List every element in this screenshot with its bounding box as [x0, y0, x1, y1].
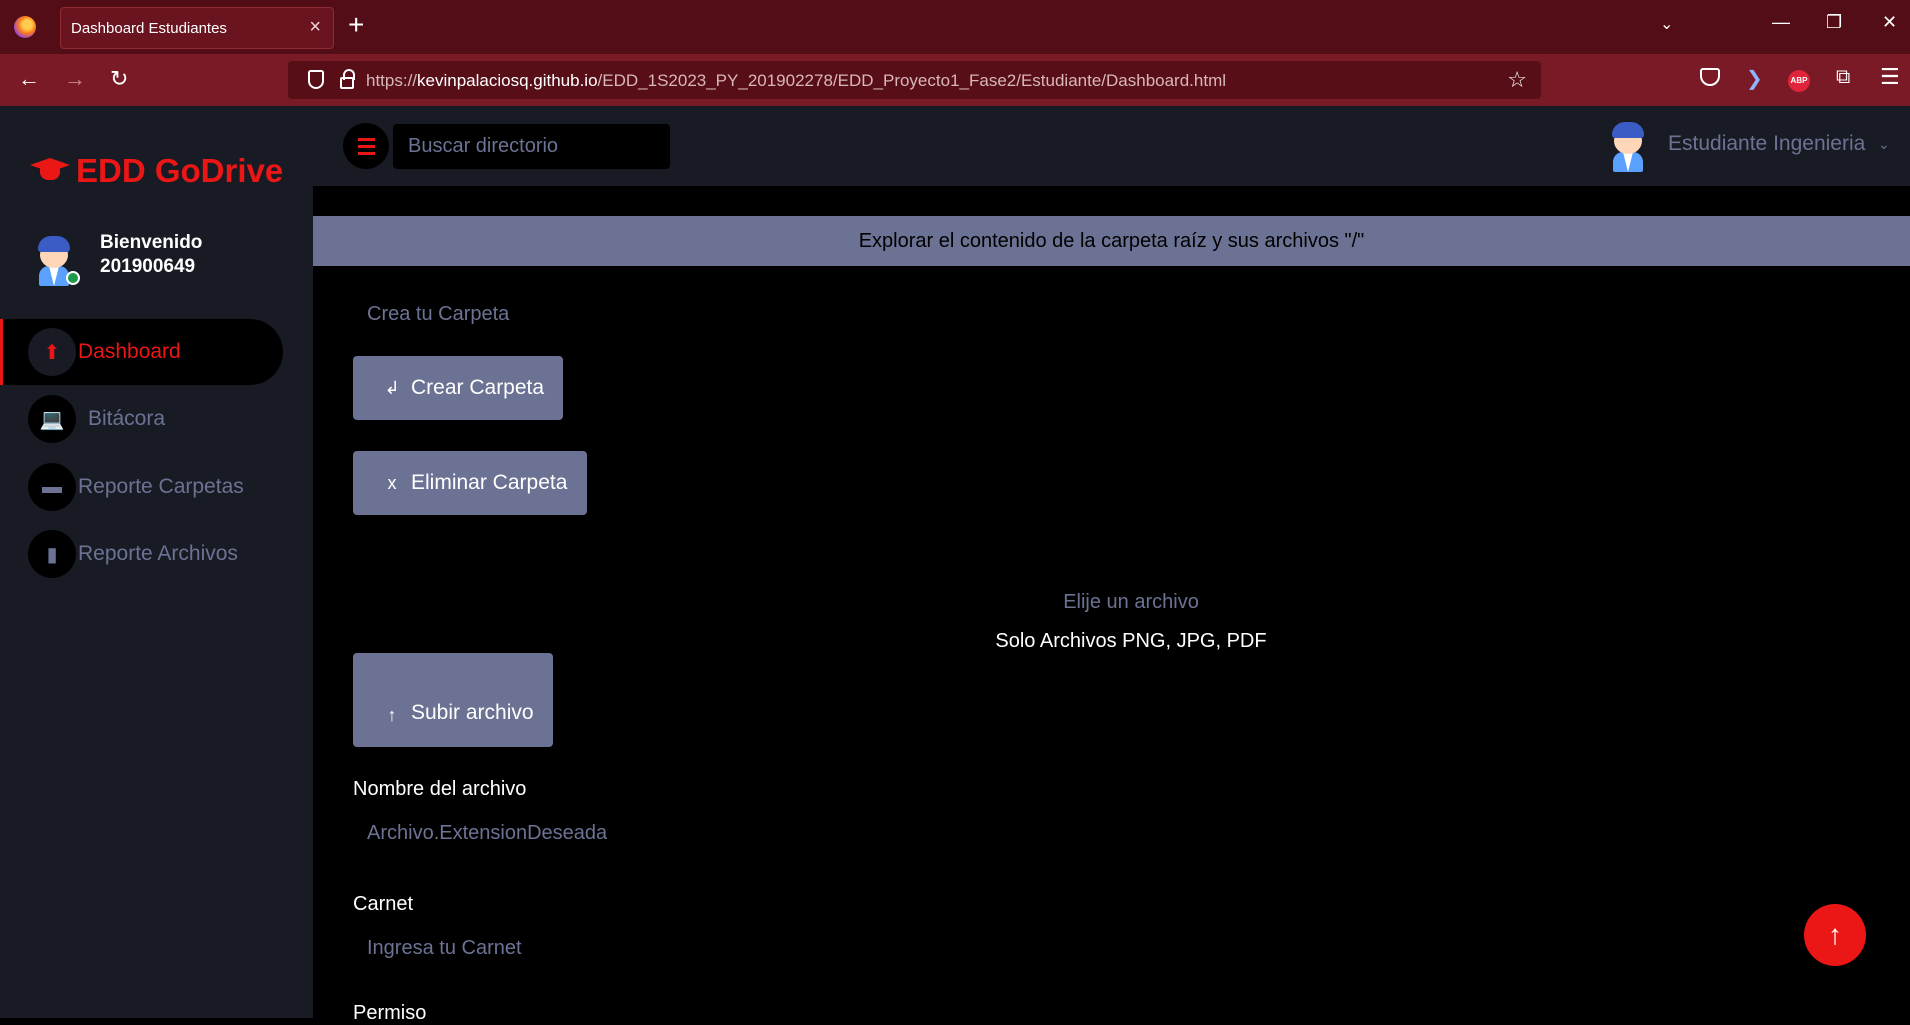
brand-logo[interactable]: EDD GoDrive	[30, 152, 283, 190]
create-folder-button[interactable]: ↲ Crear Carpeta	[353, 356, 563, 420]
firefox-icon[interactable]	[14, 16, 36, 38]
delete-folder-button[interactable]: x Eliminar Carpeta	[353, 451, 587, 515]
folder-icon: ▬	[28, 463, 76, 511]
url-scheme: https://	[366, 71, 418, 90]
carnet-label: Carnet	[353, 893, 414, 915]
folder-name-input[interactable]	[352, 297, 952, 331]
filename-input[interactable]	[352, 816, 952, 850]
url-host: kevinpalaciosq.github.io	[417, 71, 598, 90]
back-to-top-button[interactable]: ↑	[1804, 904, 1866, 966]
choose-file-label[interactable]: Elije un archivo	[313, 591, 1910, 614]
carnet-input[interactable]	[352, 931, 952, 965]
close-tab-icon[interactable]: ×	[309, 17, 321, 37]
graduation-cap-icon	[30, 158, 70, 184]
page-title: Explorar el contenido de la carpeta raíz…	[858, 229, 1365, 252]
lock-icon[interactable]	[340, 69, 355, 89]
new-tab-button[interactable]: +	[348, 10, 364, 40]
user-name[interactable]: Estudiante Ingenieria	[1668, 132, 1865, 156]
enter-icon: ↲	[384, 377, 400, 398]
x-icon: x	[387, 472, 397, 493]
search-input[interactable]	[393, 124, 670, 169]
file-icon: ▮	[28, 530, 76, 578]
sidebar-item-reporte-carpetas[interactable]: ▬ Reporte Carpetas	[0, 454, 283, 520]
tab-title: Dashboard Estudiantes	[71, 19, 227, 37]
list-tabs-chevron-icon[interactable]: ⌄	[1660, 14, 1673, 34]
extensions-puzzle-icon[interactable]: ⧉	[1836, 66, 1850, 89]
reload-icon[interactable]: ↻	[110, 66, 128, 92]
hamburger-icon	[357, 137, 375, 141]
page: EDD GoDrive Bienvenido 201900649 ⬆ Dashb…	[0, 106, 1910, 1024]
arrow-up-icon: ↑	[387, 704, 397, 725]
user-carnet: 201900649	[100, 256, 196, 277]
main-content: Explorar el contenido de la carpeta raíz…	[313, 186, 1910, 1024]
arrow-up-icon: ↑	[1828, 919, 1842, 950]
adblock-plus-icon[interactable]: ABP	[1788, 70, 1810, 92]
create-folder-label: Crear Carpeta	[411, 376, 545, 399]
welcome-greeting: Bienvenido	[100, 232, 203, 253]
brand-name: EDD GoDrive	[76, 152, 284, 189]
file-types-hint: Solo Archivos PNG, JPG, PDF	[995, 630, 1267, 652]
online-status-dot	[66, 271, 80, 285]
url-path: /EDD_1S2023_PY_201902278/EDD_Proyecto1_F…	[597, 71, 1227, 90]
browser-tab[interactable]: Dashboard Estudiantes ×	[60, 7, 334, 49]
bookmark-star-icon[interactable]: ☆	[1507, 67, 1527, 93]
user-avatar[interactable]	[1607, 120, 1649, 172]
upload-icon: ⬆	[28, 328, 76, 376]
filename-label: Nombre del archivo	[353, 778, 527, 800]
url-text[interactable]: https://kevinpalaciosq.github.io/EDD_1S2…	[366, 71, 1226, 91]
restore-icon[interactable]: ❐	[1826, 12, 1842, 33]
url-bar[interactable]: https://kevinpalaciosq.github.io/EDD_1S2…	[288, 61, 1541, 99]
sidebar: EDD GoDrive Bienvenido 201900649 ⬆ Dashb…	[0, 106, 313, 1018]
sidebar-toggle-button[interactable]	[343, 123, 389, 169]
forward-icon[interactable]: →	[64, 66, 86, 92]
chevron-down-icon[interactable]: ⌄	[1878, 136, 1890, 153]
sidebar-item-reporte-archivos[interactable]: ▮ Reporte Archivos	[0, 521, 283, 587]
sidebar-item-label: Reporte Archivos	[78, 542, 238, 565]
sidebar-item-dashboard[interactable]: ⬆ Dashboard	[0, 319, 283, 385]
sidebar-item-bitacora[interactable]: 💻 Bitácora	[0, 386, 283, 452]
tracking-shield-icon[interactable]	[308, 70, 324, 89]
sidebar-item-label: Dashboard	[78, 340, 181, 363]
browser-tab-bar: Dashboard Estudiantes × + ⌄ — ❐ ✕	[0, 0, 1910, 54]
permiso-label: Permiso	[353, 1002, 427, 1024]
page-title-banner: Explorar el contenido de la carpeta raíz…	[313, 216, 1910, 266]
extension-arrow-icon[interactable]: ❯	[1746, 66, 1763, 91]
sidebar-item-label: Reporte Carpetas	[78, 475, 244, 498]
laptop-icon: 💻	[28, 395, 76, 443]
back-icon[interactable]: ←	[18, 66, 40, 92]
sidebar-item-label: Bitácora	[88, 407, 166, 430]
browser-menu-icon[interactable]: ☰	[1880, 64, 1900, 90]
top-navbar: Estudiante Ingenieria ⌄	[313, 106, 1910, 186]
close-window-icon[interactable]: ✕	[1882, 12, 1897, 33]
minimize-icon[interactable]: —	[1772, 12, 1790, 33]
delete-folder-label: Eliminar Carpeta	[411, 471, 568, 494]
upload-file-label: Subir archivo	[411, 701, 534, 724]
upload-file-button[interactable]: ↑ Subir archivo	[353, 653, 553, 747]
welcome-text: Bienvenido 201900649	[100, 231, 202, 279]
